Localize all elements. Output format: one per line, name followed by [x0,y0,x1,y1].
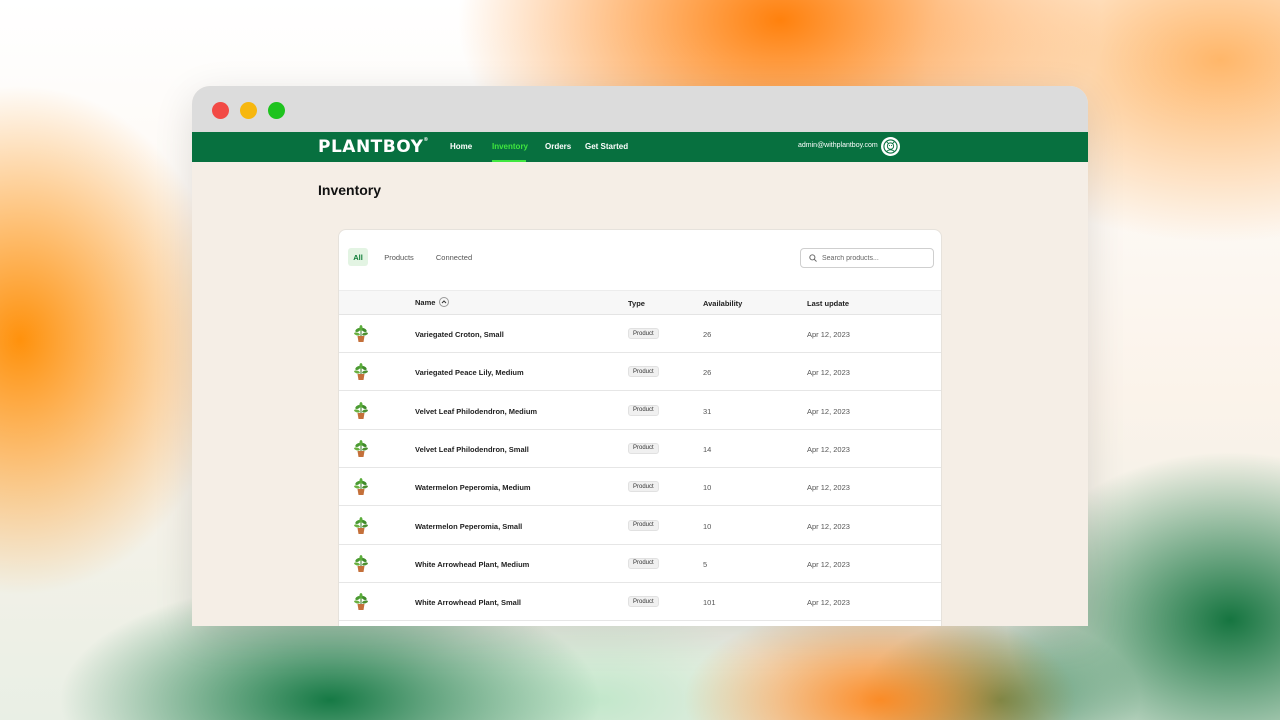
cell-last-update: Apr 12, 2023 [807,598,850,608]
sort-ascending-icon[interactable] [439,297,450,307]
cell-availability: 101 [703,598,716,608]
potted-plant-icon [351,362,371,382]
inventory-card: All Products Connected Name Type Availab… [338,229,942,626]
window-maximize-button[interactable] [268,102,285,119]
cell-last-update: Apr 12, 2023 [807,330,850,339]
cell-name[interactable]: Watermelon Peperomia, Small [415,522,522,531]
plantboy-logo[interactable]: PLANTBOY® [318,137,429,157]
user-email: admin@withplantboy.com [798,142,878,149]
type-badge: Product [628,442,659,454]
cell-availability: 26 [703,330,712,339]
type-badge: Product [628,328,659,339]
type-badge: Product [628,481,659,493]
column-header-availability-label: Availability [703,299,743,308]
cell-last-update: Apr 12, 2023 [807,406,850,416]
type-badge: Product [628,404,659,416]
search-icon [809,254,817,262]
nav-get-started[interactable]: Get Started [585,142,628,151]
window-close-button[interactable] [212,102,229,119]
cell-last-update: Apr 12, 2023 [807,368,850,378]
column-header-availability[interactable]: Availability [703,299,742,308]
column-header-type[interactable]: Type [628,299,645,308]
column-header-name[interactable]: Name [415,297,450,307]
cell-availability: 14 [703,444,712,454]
table-row[interactable]: Variegated Croton, Small Product 26 Apr … [339,315,941,353]
potted-plant-icon [351,592,371,612]
table-row[interactable]: Velvet Leaf Philodendron, Small Product … [339,430,941,468]
nav-home[interactable]: Home [450,142,472,151]
cell-last-update: Apr 12, 2023 [807,521,850,531]
logo-text: PLANTBOY [318,137,424,157]
cell-last-update: Apr 12, 2023 [807,444,850,454]
column-header-type-label: Type [628,299,645,308]
cell-availability: 31 [703,406,712,416]
type-badge: Product [628,596,659,608]
column-header-name-label: Name [415,297,436,307]
top-navbar: PLANTBOY® Home Inventory Orders Get Star… [192,132,1088,162]
potted-plant-icon [351,554,371,574]
logo-registered-mark: ® [423,137,429,143]
potted-plant-icon [351,324,371,344]
table-row[interactable]: Variegated Peace Lily, Medium Product 26… [339,353,941,392]
search-input[interactable] [822,254,922,262]
cell-last-update: Apr 12, 2023 [807,559,850,569]
avatar-face-icon [883,139,898,154]
potted-plant-icon [351,516,371,536]
nav-active-indicator [492,160,526,162]
table-row[interactable]: Watermelon Peperomia, Medium Product 10 … [339,468,941,507]
window-minimize-button[interactable] [240,102,257,119]
potted-plant-icon [351,439,371,459]
cell-availability: 5 [703,559,708,569]
cell-availability: 26 [703,368,712,378]
type-badge: Product [628,366,659,378]
cell-availability: 10 [703,521,712,531]
cell-name[interactable]: Variegated Peace Lily, Medium [415,368,524,377]
search-box[interactable] [800,248,934,268]
potted-plant-icon [351,477,371,497]
cell-name[interactable]: Velvet Leaf Philodendron, Medium [415,407,537,416]
table-row[interactable]: Velvet Leaf Philodendron, Medium Product… [339,392,941,430]
cell-name[interactable]: Watermelon Peperomia, Medium [415,483,531,492]
cell-name[interactable]: Variegated Croton, Small [415,330,504,339]
cell-name[interactable]: Velvet Leaf Philodendron, Small [415,445,529,454]
cell-availability: 10 [703,483,712,493]
cell-last-update: Apr 12, 2023 [807,483,850,493]
cell-name[interactable]: White Arrowhead Plant, Small [415,598,521,607]
column-header-last-update[interactable]: Last update [807,299,849,308]
page-title: Inventory [318,182,382,198]
tab-all[interactable]: All [348,248,368,266]
column-header-last-update-label: Last update [807,299,850,308]
nav-inventory[interactable]: Inventory [492,142,528,151]
nav-orders[interactable]: Orders [545,142,571,151]
tab-products[interactable]: Products [379,248,419,266]
tab-connected[interactable]: Connected [431,248,477,266]
cell-name[interactable]: White Arrowhead Plant, Medium [415,560,529,569]
type-badge: Product [628,519,659,531]
browser-window: PLANTBOY® Home Inventory Orders Get Star… [192,86,1088,626]
table-row[interactable]: White Arrowhead Plant, Medium Product 5 … [339,545,941,583]
table-header: Name Type Availability Last update [339,290,941,315]
potted-plant-icon [351,401,371,421]
type-badge: Product [628,557,659,569]
window-titlebar [192,86,1088,132]
user-avatar[interactable] [881,137,900,156]
table-row[interactable]: Watermelon Peperomia, Small Product 10 A… [339,507,941,545]
table-row[interactable]: White Arrowhead Plant, Small Product 101… [339,583,941,622]
